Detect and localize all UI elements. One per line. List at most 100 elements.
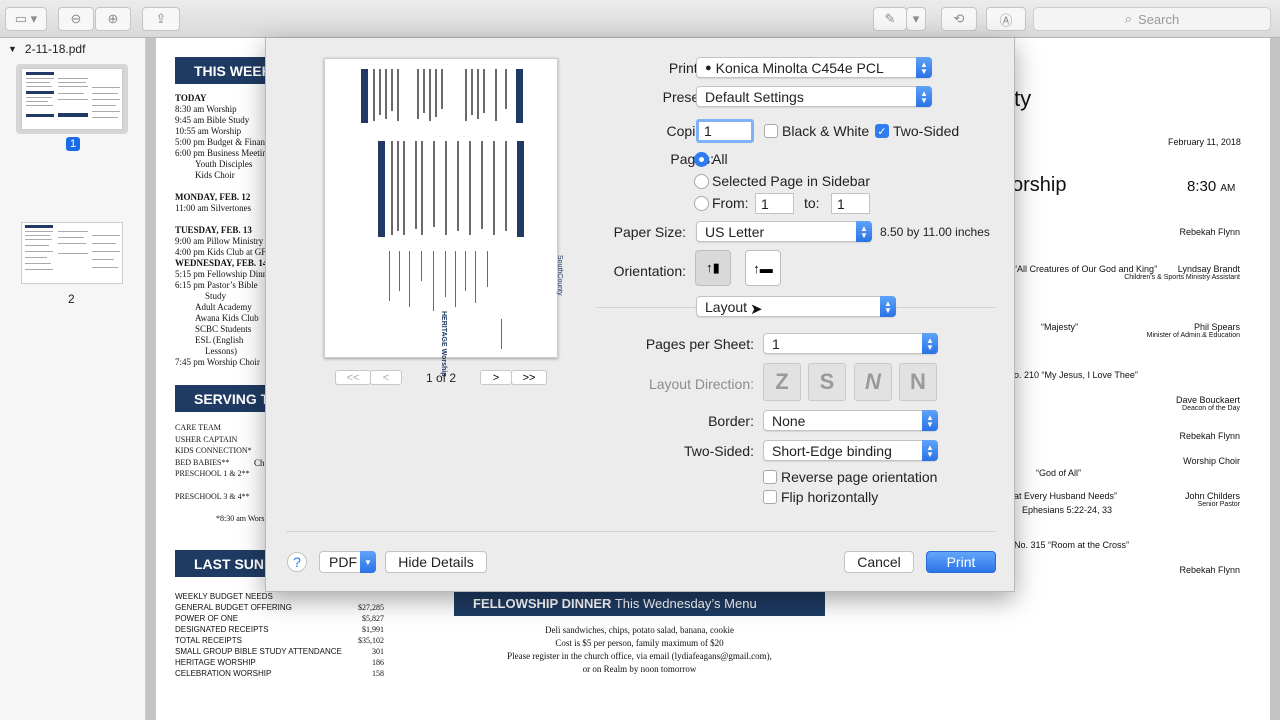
print-button[interactable]: Print (926, 551, 996, 573)
layout-direction-z-button[interactable]: Z (763, 363, 801, 401)
flip-horizontally-checkbox[interactable] (763, 490, 777, 504)
serving-ch-text: Ch (254, 458, 265, 468)
sidebar-file-header[interactable]: ▼ 2-11-18.pdf (8, 42, 85, 56)
fellowship-subtitle: This Wednesday’s Menu (611, 596, 757, 611)
last-sunday-row-value: $5,827 (362, 614, 384, 623)
pages-per-sheet-select[interactable]: 1 ▲ ▼ (763, 333, 938, 354)
fellowship-header: FELLOWSHIP DINNER This Wednesday’s Menu (454, 592, 825, 616)
worship-item-title: “God of All” (1036, 468, 1082, 478)
pages-selected-label: Selected Page in Sidebar (712, 173, 870, 189)
share-button[interactable]: ⇪ (142, 7, 180, 31)
page-thumbnail-1[interactable] (21, 68, 123, 130)
serving-line: USHER CAPTAIN (175, 434, 238, 444)
landscape-icon: ↑▬ (753, 260, 773, 276)
landscape-orientation-button[interactable]: ↑▬ (745, 250, 781, 286)
worship-item-person: Rebekah Flynn (1179, 431, 1240, 441)
page-thumbnail-2[interactable] (21, 222, 123, 284)
rotate-button[interactable]: ⟲ (941, 7, 977, 31)
mouse-cursor-icon: ➤ (750, 301, 763, 318)
pages-from-field[interactable]: 1 (755, 193, 794, 214)
reverse-orientation-label: Reverse page orientation (781, 469, 938, 485)
worship-item-person: Worship Choir (1183, 456, 1240, 466)
preview-prev-button[interactable]: < (370, 370, 402, 385)
worship-item-person: John Childers (1184, 491, 1240, 501)
worship-item-person: Dave Bouckaert (1175, 395, 1240, 405)
preview-last-button[interactable]: >> (511, 370, 547, 385)
worship-item-title: “Majesty” (1041, 322, 1079, 332)
this-week-line: 11:00 am Silvertones (175, 203, 252, 213)
pages-selected-radio[interactable] (694, 174, 709, 189)
annotate-button[interactable]: Ⓐ (986, 7, 1026, 31)
presets-value: Default Settings (705, 88, 804, 105)
section-select[interactable]: Layout ▲ ▼ (696, 296, 896, 317)
reverse-orientation-checkbox[interactable] (763, 470, 777, 484)
this-week-line: SCBC Students (195, 324, 252, 334)
this-week-line: Awana Kids Club (195, 313, 259, 323)
zoom-in-button[interactable]: ⊕ (95, 7, 131, 31)
worship-item-title: “All Creatures of Our God and King” (1014, 264, 1158, 274)
this-week-line: MONDAY, FEB. 12 (175, 192, 251, 202)
fellowship-title: FELLOWSHIP DINNER (473, 596, 612, 611)
paper-size-select[interactable]: US Letter ▲ ▼ (696, 221, 872, 242)
layout-direction-n-button[interactable]: N (854, 363, 892, 401)
pages-range-radio[interactable] (694, 196, 709, 211)
markup-menu-button[interactable]: ▾ (906, 7, 926, 31)
this-week-line: Adult Academy (195, 302, 252, 312)
two-sided-binding-label: Two-Sided: (683, 443, 754, 459)
preview-first-button[interactable]: << (335, 370, 371, 385)
border-select[interactable]: None ▲ ▼ (763, 410, 938, 431)
two-sided-binding-select[interactable]: Short-Edge binding ▲ ▼ (763, 440, 938, 461)
last-sunday-row-label: CELEBRATION WORSHIP (175, 669, 272, 678)
layout-direction-n-reverse-button[interactable]: N (899, 363, 937, 401)
pdf-menu-button[interactable]: PDF ▼ (319, 551, 376, 573)
this-week-line: 6:15 pm Pastor’s Bible (175, 280, 258, 290)
this-week-line: 8:30 am Worship (175, 104, 237, 114)
last-sunday-row-value: $35,102 (358, 636, 384, 645)
chevron-updown-icon: ▲ ▼ (880, 296, 896, 317)
right-heading: ty (1014, 86, 1032, 111)
border-label: Border: (708, 413, 754, 429)
worship-item-title: No. 315 “Room at the Cross” (1014, 540, 1130, 550)
fellowship-line: Deli sandwiches, chips, potato salad, ba… (545, 625, 734, 635)
paper-dimensions: 8.50 by 11.00 inches (880, 225, 990, 239)
disclosure-triangle-icon[interactable]: ▼ (8, 44, 17, 54)
markup-pen-button[interactable]: ✎ (873, 7, 907, 31)
portrait-orientation-button[interactable]: ↑▮ (695, 250, 731, 286)
this-week-line: Kids Choir (195, 170, 235, 180)
worship-time: 8:30 AM (1187, 178, 1236, 195)
pdf-label: PDF (329, 554, 357, 570)
black-white-checkbox[interactable] (764, 124, 778, 138)
two-sided-binding-value: Short-Edge binding (772, 442, 892, 459)
layout-direction-s-button[interactable]: S (808, 363, 846, 401)
printer-select[interactable]: ● Konica Minolta C454e PCL ▲ ▼ (696, 57, 932, 78)
sidebar-toggle-button[interactable]: ▭ ▾ (5, 7, 47, 31)
pages-to-field[interactable]: 1 (831, 193, 870, 214)
last-sunday-row-value: 158 (372, 669, 384, 678)
presets-select[interactable]: Default Settings ▲ ▼ (696, 86, 932, 107)
search-field[interactable]: ⌕ Search (1033, 7, 1271, 31)
zoom-out-button[interactable]: ⊖ (58, 7, 94, 31)
chevron-updown-icon: ▲ ▼ (916, 57, 932, 78)
last-sunday-row-label: DESIGNATED RECEIPTS (175, 625, 269, 634)
cancel-button[interactable]: Cancel (844, 551, 914, 573)
last-sunday-row-label: SMALL GROUP BIBLE STUDY ATTENDANCE (175, 647, 342, 656)
last-sunday-row-label: GENERAL BUDGET OFFERING (175, 603, 292, 612)
last-sunday-row-value: 301 (372, 647, 384, 656)
worship-item-role: Children’s & Sports Ministry Assistant (1124, 274, 1240, 281)
preview-app: ▭ ▾ ⊖ ⊕ ⇪ ✎ ▾ ⟲ Ⓐ ⌕ Search ▼ 2-11-18.pdf 1… (0, 0, 1280, 720)
worship-item-person: Lyndsay Brandt (1177, 264, 1240, 274)
toolbar: ▭ ▾ ⊖ ⊕ ⇪ ✎ ▾ ⟲ Ⓐ ⌕ Search (0, 0, 1280, 38)
help-button[interactable]: ? (287, 552, 307, 572)
two-sided-checkbox[interactable]: ✓ (875, 124, 889, 138)
hide-details-button[interactable]: Hide Details (385, 551, 487, 573)
this-week-line: TUESDAY, FEB. 13 (175, 225, 252, 235)
worship-item-title: Ephesians 5:22-24, 33 (1022, 505, 1113, 515)
preview-next-button[interactable]: > (480, 370, 512, 385)
chevron-down-icon: ▼ (360, 551, 376, 573)
copies-field[interactable]: 1 (696, 119, 754, 143)
portrait-icon: ↑▮ (706, 260, 720, 275)
this-week-line: 4:00 pm Kids Club at GF (175, 247, 267, 257)
pages-all-radio[interactable] (694, 152, 709, 167)
orientation-label: Orientation: (613, 263, 686, 279)
sidebar: ▼ 2-11-18.pdf 1 2 (0, 38, 146, 720)
